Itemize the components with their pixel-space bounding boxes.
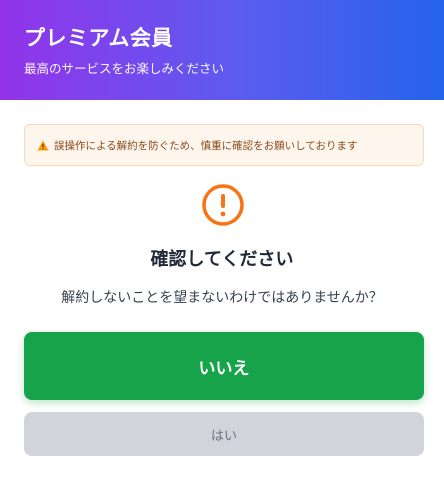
dialog-header: プレミアム会員 最高のサービスをお楽しみください	[0, 0, 444, 100]
yes-button[interactable]: はい	[24, 412, 424, 456]
subscription-dialog: プレミアム会員 最高のサービスをお楽しみください 誤操作による解約を防ぐため、慎…	[0, 0, 444, 480]
header-subtitle: 最高のサービスをお楽しみください	[24, 61, 225, 76]
confirm-question: 解約しないことを望まないわけではありませんか？	[61, 290, 383, 306]
warning-triangle-icon	[37, 140, 49, 151]
no-button[interactable]: いいえ	[24, 332, 424, 400]
confirm-title: 確認してください	[150, 249, 294, 270]
warning-notice: 誤操作による解約を防ぐため、慎重に確認をお願いしております	[24, 124, 424, 166]
header-title: プレミアム会員	[24, 26, 174, 50]
warning-text: 誤操作による解約を防ぐため、慎重に確認をお願いしております	[54, 139, 358, 152]
exclamation-circle-icon	[201, 183, 245, 227]
